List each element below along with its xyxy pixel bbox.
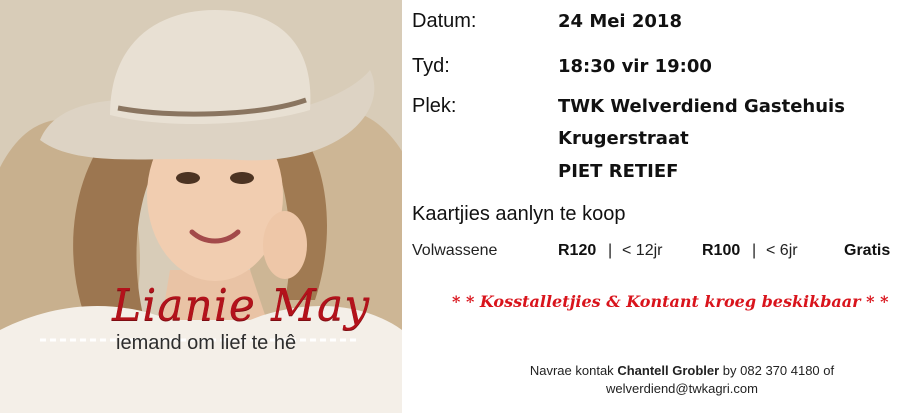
place-line-1: TWK Welverdiend Gastehuis xyxy=(558,96,845,117)
contact-email[interactable]: welverdiend@twkagri.com xyxy=(462,380,902,398)
infant-price: Gratis xyxy=(844,242,891,259)
time-value: 18:30 vir 19:00 xyxy=(558,56,712,77)
time-label: Tyd: xyxy=(412,55,450,77)
child-price: R100 xyxy=(702,242,741,259)
ticket-prices: Volwassene R120 | < 12jr R100 | < 6jr Gr… xyxy=(412,242,902,264)
event-info-panel: Datum: 24 Mei 2018 Tyd: 18:30 vir 19:00 … xyxy=(412,0,910,413)
place-line-3: PIET RETIEF xyxy=(558,161,679,182)
place-label: Plek: xyxy=(412,95,457,117)
artist-name: Lianie May xyxy=(112,280,371,331)
adult-label: Volwassene xyxy=(412,242,498,259)
adult-price: R120 xyxy=(558,242,597,259)
artist-branding: Lianie May iemand om lief te hê xyxy=(112,282,382,355)
promo-text: * * Kosstalletjies & Kontant kroeg beski… xyxy=(452,292,889,311)
date-value: 24 Mei 2018 xyxy=(558,11,682,32)
price-separator-2: | xyxy=(752,242,757,259)
tickets-heading: Kaartjies aanlyn te koop xyxy=(412,203,626,225)
contact-phone: by 082 370 4180 of xyxy=(722,363,835,378)
infant-label: < 6jr xyxy=(766,242,798,259)
price-separator-1: | xyxy=(608,242,613,259)
contact-prefix: Navrae kontak xyxy=(529,363,614,378)
album-title: iemand om lief te hê xyxy=(116,332,297,354)
date-label: Datum: xyxy=(412,10,477,32)
contact-name: Chantell Grobler xyxy=(617,363,720,378)
place-line-2: Krugerstraat xyxy=(558,128,689,149)
artist-photo: Lianie May iemand om lief te hê xyxy=(0,0,402,413)
contact-info: Navrae kontak Chantell Grobler by 082 37… xyxy=(462,362,902,398)
child-label: < 12jr xyxy=(622,242,663,259)
